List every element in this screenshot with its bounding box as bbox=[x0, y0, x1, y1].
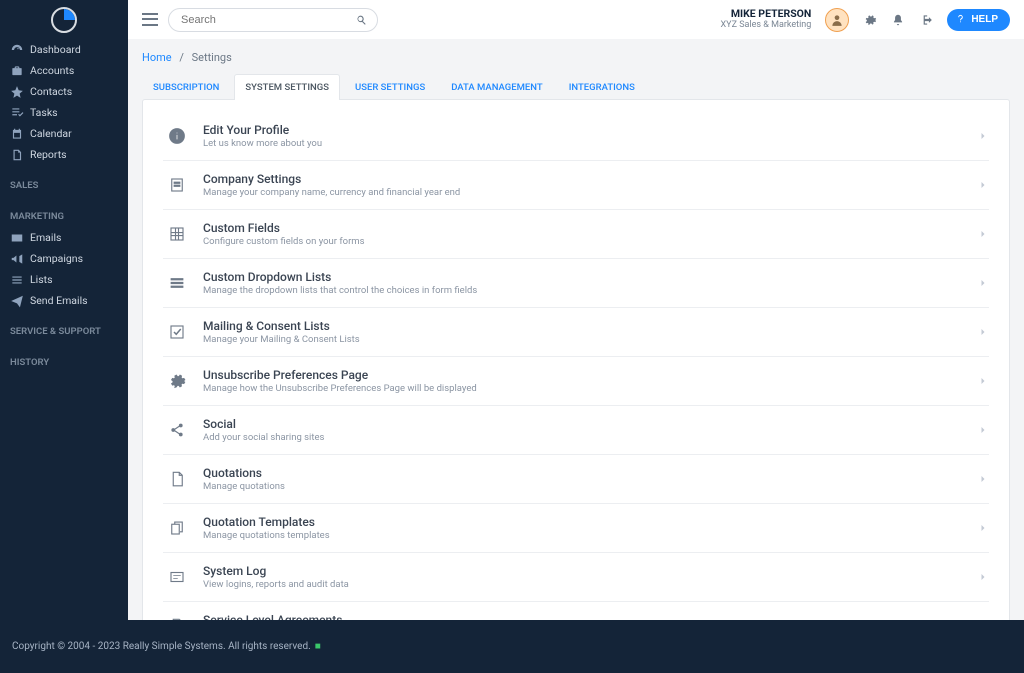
question-icon bbox=[955, 14, 966, 25]
settings-row-unsubscribe-preferences-page[interactable]: Unsubscribe Preferences PageManage how t… bbox=[163, 357, 989, 406]
logout-icon[interactable] bbox=[919, 13, 933, 27]
sidebar-item-lists[interactable]: Lists bbox=[0, 269, 128, 290]
grid-icon bbox=[163, 220, 191, 248]
case-icon bbox=[10, 64, 24, 78]
chevron-right-icon bbox=[977, 228, 989, 240]
info-icon bbox=[163, 122, 191, 150]
doc-icon bbox=[10, 148, 24, 162]
chevron-right-icon bbox=[977, 179, 989, 191]
star-icon bbox=[10, 85, 24, 99]
build-icon bbox=[163, 171, 191, 199]
sidebar-heading[interactable]: HISTORY bbox=[0, 352, 128, 373]
chevron-right-icon bbox=[977, 424, 989, 436]
settings-row-custom-dropdown-lists[interactable]: Custom Dropdown ListsManage the dropdown… bbox=[163, 259, 989, 308]
chevron-right-icon bbox=[977, 375, 989, 387]
share-icon bbox=[163, 416, 191, 444]
header: MIKE PETERSON XYZ Sales & Marketing HELP bbox=[128, 0, 1024, 39]
sla-icon bbox=[163, 612, 191, 620]
checkbox-icon bbox=[163, 318, 191, 346]
sidebar-heading[interactable]: SERVICE & SUPPORT bbox=[0, 321, 128, 342]
settings-row-quotations[interactable]: QuotationsManage quotations bbox=[163, 455, 989, 504]
settings-row-system-log[interactable]: System LogView logins, reports and audit… bbox=[163, 553, 989, 602]
send-icon bbox=[10, 294, 24, 308]
chevron-right-icon bbox=[977, 326, 989, 338]
settings-row-social[interactable]: SocialAdd your social sharing sites bbox=[163, 406, 989, 455]
breadcrumb: Home / Settings bbox=[128, 39, 1024, 74]
user-name: MIKE PETERSON bbox=[721, 8, 812, 21]
sidebar-heading[interactable]: SALES bbox=[0, 175, 128, 196]
chevron-right-icon bbox=[977, 277, 989, 289]
sidebar-item-campaigns[interactable]: Campaigns bbox=[0, 248, 128, 269]
menu-toggle-icon[interactable] bbox=[142, 12, 158, 28]
chevron-right-icon bbox=[977, 522, 989, 534]
chevron-right-icon bbox=[977, 473, 989, 485]
sidebar-item-dashboard[interactable]: Dashboard bbox=[0, 39, 128, 60]
copy-icon bbox=[163, 514, 191, 542]
user-sub: XYZ Sales & Marketing bbox=[721, 20, 812, 31]
user-block[interactable]: MIKE PETERSON XYZ Sales & Marketing bbox=[721, 8, 812, 31]
tab-data-management[interactable]: DATA MANAGEMENT bbox=[440, 74, 554, 100]
cal-icon bbox=[10, 127, 24, 141]
tab-integrations[interactable]: INTEGRATIONS bbox=[558, 74, 646, 100]
breadcrumb-current: Settings bbox=[192, 51, 232, 64]
gears-icon bbox=[163, 367, 191, 395]
search-input[interactable] bbox=[168, 8, 378, 32]
chevron-right-icon bbox=[977, 130, 989, 142]
mega-icon bbox=[10, 252, 24, 266]
logo[interactable] bbox=[0, 0, 128, 39]
sidebar-item-emails[interactable]: Emails bbox=[0, 227, 128, 248]
sidebar-item-calendar[interactable]: Calendar bbox=[0, 123, 128, 144]
list-icon bbox=[10, 273, 24, 287]
sidebar-item-reports[interactable]: Reports bbox=[0, 144, 128, 165]
sidebar-item-accounts[interactable]: Accounts bbox=[0, 60, 128, 81]
mail-icon bbox=[10, 231, 24, 245]
sidebar-item-tasks[interactable]: Tasks bbox=[0, 102, 128, 123]
list-icon bbox=[163, 269, 191, 297]
help-button[interactable]: HELP bbox=[947, 9, 1010, 31]
settings-row-company-settings[interactable]: Company SettingsManage your company name… bbox=[163, 161, 989, 210]
sidebar-item-contacts[interactable]: Contacts bbox=[0, 81, 128, 102]
sidebar: DashboardAccountsContactsTasksCalendarRe… bbox=[0, 0, 128, 673]
breadcrumb-home[interactable]: Home bbox=[142, 51, 172, 64]
settings-row-service-level-agreements[interactable]: Service Level AgreementsManage your SLAs bbox=[163, 602, 989, 620]
settings-row-edit-your-profile[interactable]: Edit Your ProfileLet us know more about … bbox=[163, 112, 989, 161]
tab-subscription[interactable]: SUBSCRIPTION bbox=[142, 74, 230, 100]
search-icon[interactable] bbox=[355, 13, 368, 26]
file-icon bbox=[163, 465, 191, 493]
settings-icon[interactable] bbox=[863, 13, 877, 27]
sidebar-item-send-emails[interactable]: Send Emails bbox=[0, 290, 128, 311]
settings-row-quotation-templates[interactable]: Quotation TemplatesManage quotations tem… bbox=[163, 504, 989, 553]
footer: Copyright © 2004 - 2023 Really Simple Sy… bbox=[0, 620, 1024, 673]
settings-row-custom-fields[interactable]: Custom FieldsConfigure custom fields on … bbox=[163, 210, 989, 259]
settings-row-mailing-consent-lists[interactable]: Mailing & Consent ListsManage your Maili… bbox=[163, 308, 989, 357]
bell-icon[interactable] bbox=[891, 13, 905, 27]
gauge-icon bbox=[10, 43, 24, 57]
check-icon bbox=[10, 106, 24, 120]
tab-user-settings[interactable]: USER SETTINGS bbox=[344, 74, 436, 100]
avatar[interactable] bbox=[825, 8, 849, 32]
tab-system-settings[interactable]: SYSTEM SETTINGS bbox=[234, 74, 340, 100]
log-icon bbox=[163, 563, 191, 591]
chevron-right-icon bbox=[977, 571, 989, 583]
sidebar-heading[interactable]: MARKETING bbox=[0, 206, 128, 227]
